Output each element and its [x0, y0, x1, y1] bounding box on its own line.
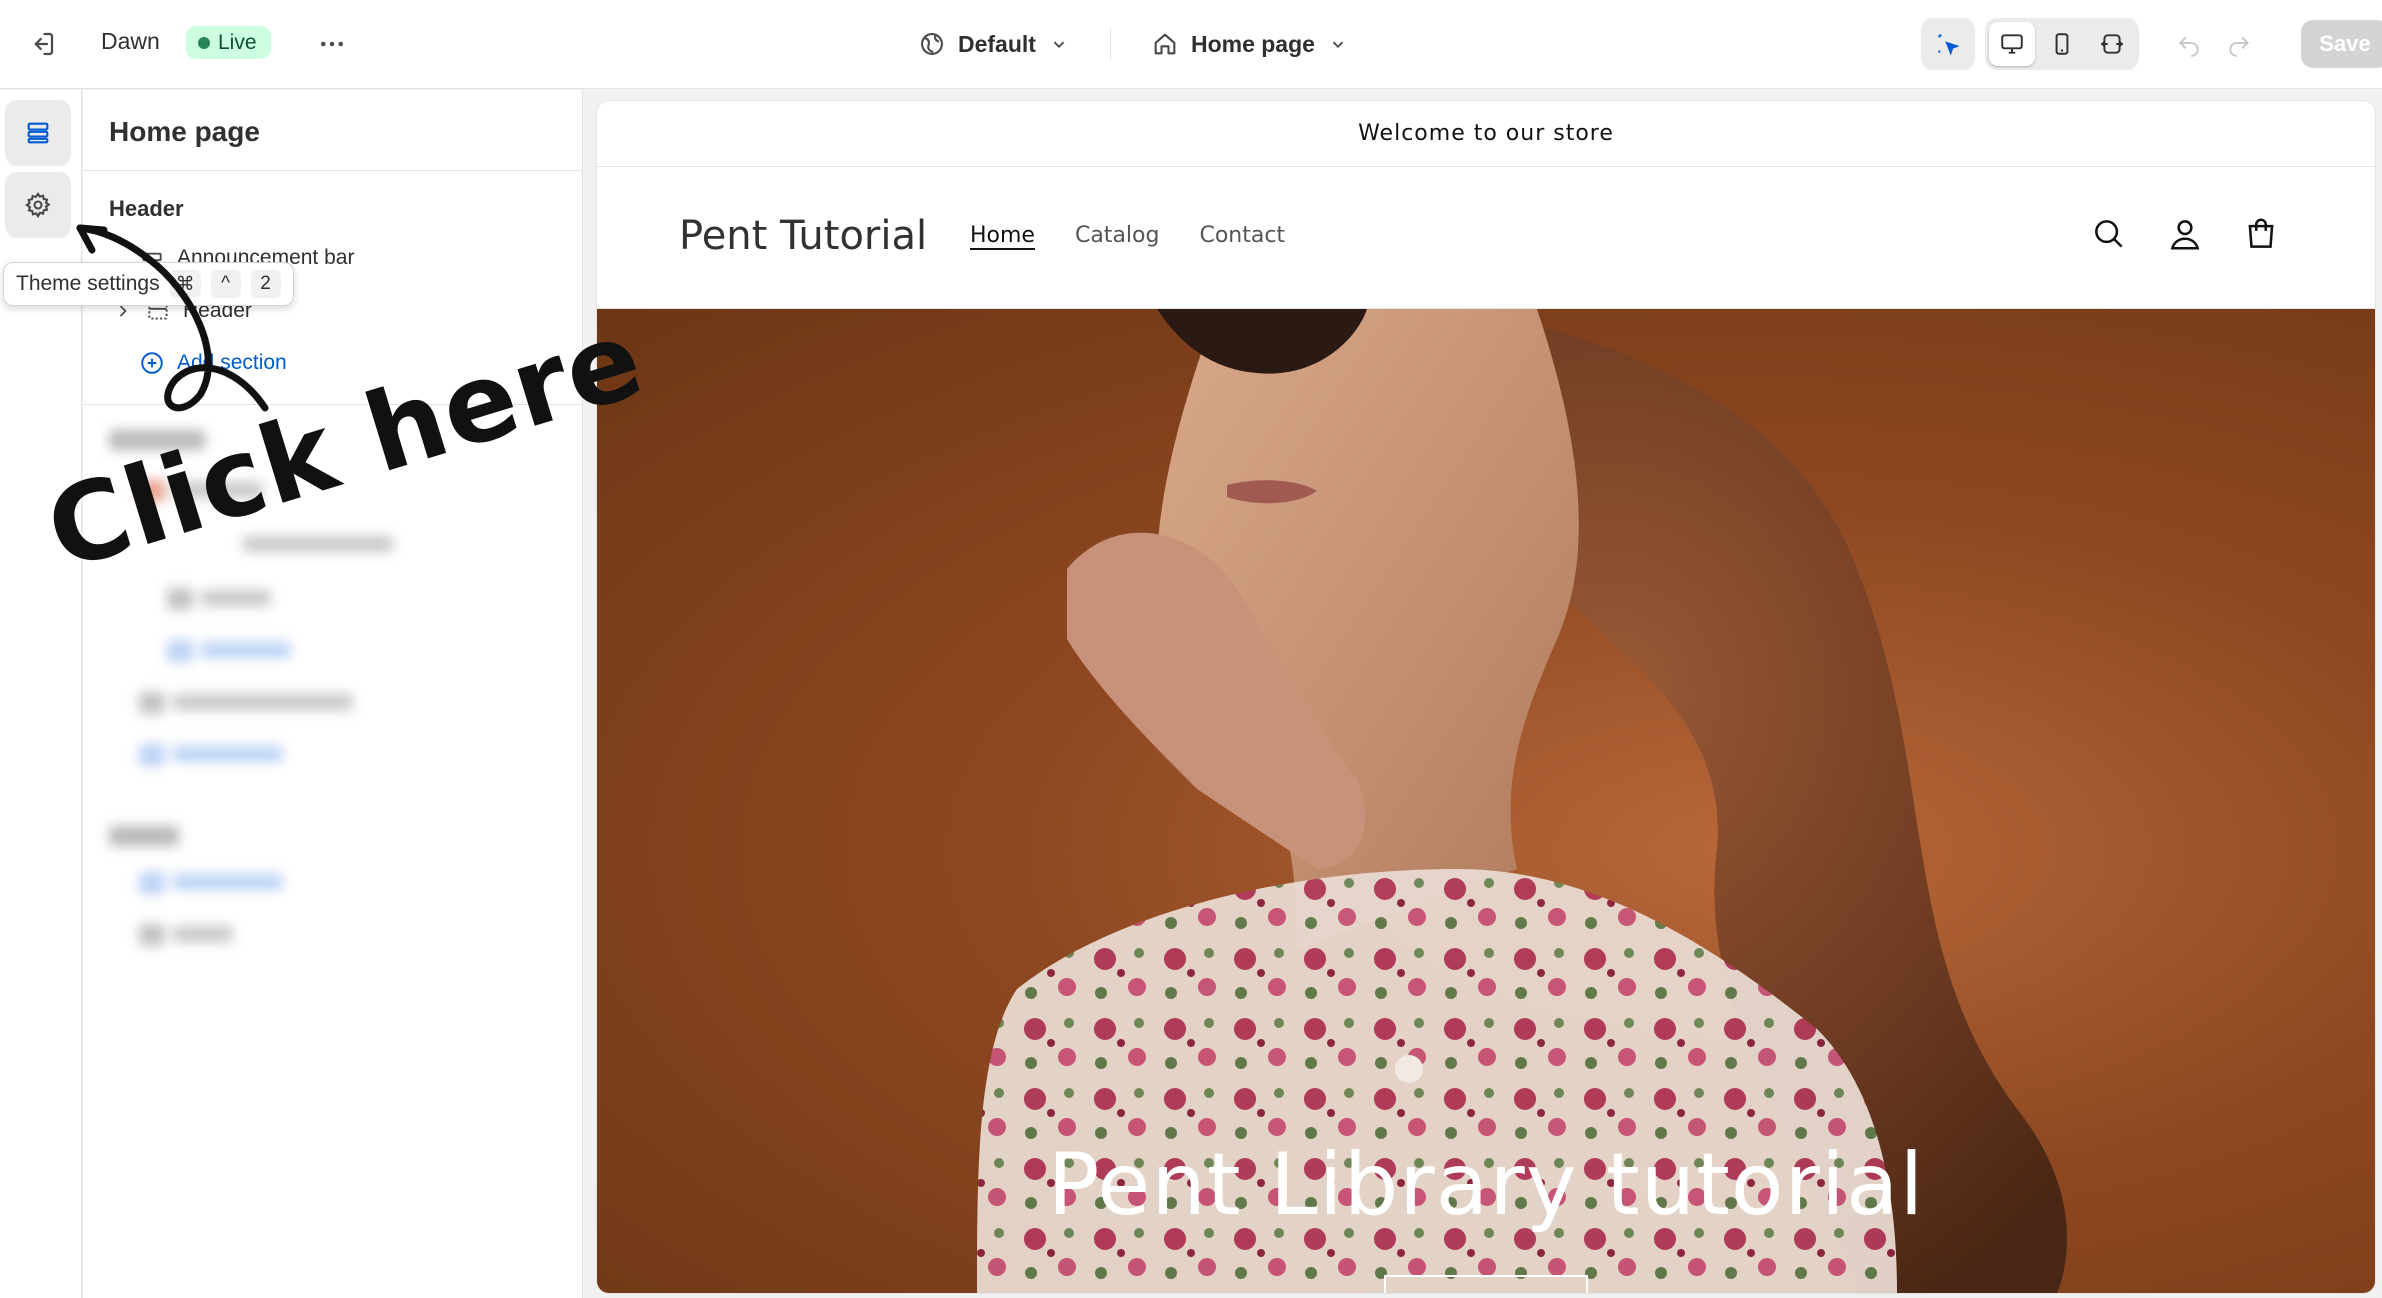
- template-icon: [921, 33, 943, 55]
- hero-banner[interactable]: Pent Library tutorial: [597, 309, 2375, 1293]
- more-horizontal-icon: [321, 41, 343, 47]
- redo-icon: [2229, 36, 2250, 57]
- plus-circle-icon: [141, 352, 163, 374]
- inspector-button[interactable]: [1925, 22, 1971, 66]
- mobile-view-button[interactable]: [2039, 22, 2085, 66]
- divider: [83, 170, 582, 171]
- template-selector-label: Default: [958, 30, 1036, 57]
- theme-settings-rail-button[interactable]: [5, 172, 71, 238]
- hero-button[interactable]: [1384, 1275, 1588, 1293]
- history-controls: [2171, 26, 2257, 62]
- more-actions-button[interactable]: [314, 26, 350, 62]
- sections-rail-button[interactable]: [5, 100, 71, 166]
- desktop-view-button[interactable]: [1989, 22, 2035, 66]
- store-nav: Home Catalog Contact: [970, 223, 1285, 248]
- exit-button[interactable]: [24, 26, 60, 62]
- gear-icon: [25, 192, 51, 219]
- undo-button[interactable]: [2171, 26, 2207, 62]
- hero-title: Pent Library tutorial: [1047, 1135, 1925, 1235]
- inspector-toggle: [1921, 18, 1975, 70]
- store-header-icons: [2090, 215, 2280, 253]
- add-section-button[interactable]: Add section: [139, 350, 287, 376]
- tooltip-label: Theme settings: [16, 272, 160, 295]
- store-logo[interactable]: Pent Tutorial: [679, 213, 927, 259]
- search-icon[interactable]: [2090, 215, 2128, 253]
- add-section-label: Add section: [177, 351, 287, 374]
- desktop-icon: [2001, 34, 2023, 54]
- theme-name: Dawn: [101, 28, 160, 54]
- full-width-icon: [2100, 34, 2124, 54]
- shortcut-key: ^: [210, 270, 241, 298]
- divider: [1109, 28, 1111, 60]
- select-cursor-icon: [1938, 34, 1960, 56]
- exit-icon: [34, 32, 54, 56]
- page-selector-label: Home page: [1190, 30, 1315, 57]
- shortcut-key: 2: [250, 270, 281, 298]
- top-bar: Dawn Live Default Home page Save: [0, 0, 2382, 89]
- store-header[interactable]: Pent Tutorial Home Catalog Contact: [597, 167, 2375, 309]
- toolbar-right: Save: [1921, 18, 2382, 70]
- shortcut-key: ⌘: [169, 270, 201, 298]
- panel-title: Home page: [109, 116, 260, 147]
- store-preview: Welcome to our store Pent Tutorial Home …: [597, 101, 2375, 1293]
- cart-icon[interactable]: [2242, 215, 2280, 253]
- home-icon: [1154, 33, 1176, 55]
- nav-home[interactable]: Home: [970, 223, 1035, 248]
- viewport-switcher: [1985, 18, 2139, 70]
- theme-settings-tooltip: Theme settings ⌘ ^ 2: [3, 262, 294, 306]
- mobile-icon: [2055, 33, 2069, 55]
- page-selector[interactable]: Home page: [1151, 30, 1349, 58]
- account-icon[interactable]: [2166, 215, 2204, 253]
- template-selector[interactable]: Default: [918, 30, 1070, 58]
- chevron-down-icon: [1332, 41, 1344, 49]
- live-status-badge: Live: [186, 26, 271, 59]
- full-width-view-button[interactable]: [2089, 22, 2135, 66]
- announcement-bar[interactable]: Welcome to our store: [597, 101, 2375, 167]
- sections-icon: [27, 122, 49, 144]
- save-button[interactable]: Save: [2301, 20, 2382, 68]
- live-status-label: Live: [218, 30, 257, 54]
- live-dot-icon: [198, 36, 210, 49]
- undo-icon: [2178, 36, 2199, 57]
- header-group-title: Header: [109, 196, 184, 221]
- chevron-down-icon: [1053, 41, 1065, 49]
- page-context: Default Home page: [918, 22, 1349, 66]
- nav-contact[interactable]: Contact: [1199, 223, 1285, 248]
- redo-button[interactable]: [2221, 26, 2257, 62]
- nav-catalog[interactable]: Catalog: [1075, 223, 1160, 248]
